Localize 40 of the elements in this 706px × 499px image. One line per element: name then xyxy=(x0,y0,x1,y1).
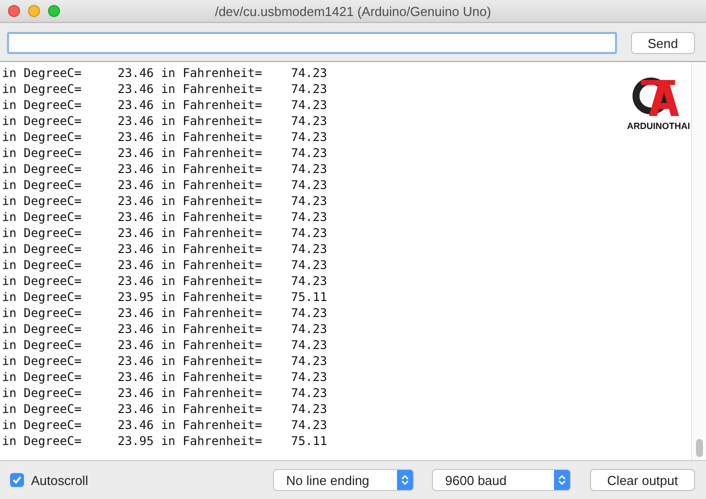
output-line: in DegreeC= 23.46 in Fahrenheit= 74.23 xyxy=(2,385,328,401)
output-line: in DegreeC= 23.46 in Fahrenheit= 74.23 xyxy=(2,257,328,273)
output-line: in DegreeC= 23.46 in Fahrenheit= 74.23 xyxy=(2,177,328,193)
stepper-icon xyxy=(554,470,570,490)
output-line: in DegreeC= 23.46 in Fahrenheit= 74.23 xyxy=(2,209,328,225)
output-line: in DegreeC= 23.95 in Fahrenheit= 75.11 xyxy=(2,289,328,305)
output-line: in DegreeC= 23.46 in Fahrenheit= 74.23 xyxy=(2,129,328,145)
zoom-button[interactable] xyxy=(48,5,60,17)
window-title: /dev/cu.usbmodem1421 (Arduino/Genuino Uno) xyxy=(214,4,492,18)
output-line: in DegreeC= 23.46 in Fahrenheit= 74.23 xyxy=(2,193,328,209)
autoscroll-checkbox[interactable] xyxy=(10,473,24,487)
input-field[interactable] xyxy=(7,32,617,54)
line-ending-dropdown[interactable]: No line ending xyxy=(273,469,414,491)
output-line: in DegreeC= 23.46 in Fahrenheit= 74.23 xyxy=(2,145,328,161)
output-line: in DegreeC= 23.46 in Fahrenheit= 74.23 xyxy=(2,337,328,353)
minimize-button[interactable] xyxy=(28,5,40,17)
stepper-icon xyxy=(397,470,414,490)
close-button[interactable] xyxy=(8,5,20,17)
baud-rate-dropdown[interactable]: 9600 baud xyxy=(432,469,572,491)
logo-text: ARDUINOTHAI xyxy=(627,121,690,131)
output-line: in DegreeC= 23.46 in Fahrenheit= 74.23 xyxy=(2,81,328,97)
output-line: in DegreeC= 23.95 in Fahrenheit= 75.11 xyxy=(2,433,328,449)
output-line: in DegreeC= 23.46 in Fahrenheit= 74.23 xyxy=(2,161,328,177)
scroll-thumb[interactable] xyxy=(696,439,702,457)
output-line: in DegreeC= 23.46 in Fahrenheit= 74.23 xyxy=(2,225,328,241)
output-line: in DegreeC= 23.46 in Fahrenheit= 74.23 xyxy=(2,241,328,257)
autoscroll-label: Autoscroll xyxy=(31,472,88,488)
send-button[interactable]: Send xyxy=(630,32,695,54)
output-line: in DegreeC= 23.46 in Fahrenheit= 74.23 xyxy=(2,273,328,289)
output-line: in DegreeC= 23.46 in Fahrenheit= 74.23 xyxy=(2,353,328,369)
output-line: in DegreeC= 23.46 in Fahrenheit= 74.23 xyxy=(2,65,328,81)
output-line: in DegreeC= 23.46 in Fahrenheit= 74.23 xyxy=(2,417,328,433)
output-line: in DegreeC= 23.46 in Fahrenheit= 74.23 xyxy=(2,401,328,417)
clear-output-button[interactable]: Clear output xyxy=(590,469,695,491)
scrollbar[interactable] xyxy=(691,62,706,460)
output-line: in DegreeC= 23.46 in Fahrenheit= 74.23 xyxy=(2,97,328,113)
output-line: in DegreeC= 23.46 in Fahrenheit= 74.23 xyxy=(2,305,328,321)
output-line: in DegreeC= 23.46 in Fahrenheit= 74.23 xyxy=(2,369,328,385)
output-line: in DegreeC= 23.46 in Fahrenheit= 74.23 xyxy=(2,113,328,129)
output-line: in DegreeC= 23.46 in Fahrenheit= 74.23 xyxy=(2,321,328,337)
